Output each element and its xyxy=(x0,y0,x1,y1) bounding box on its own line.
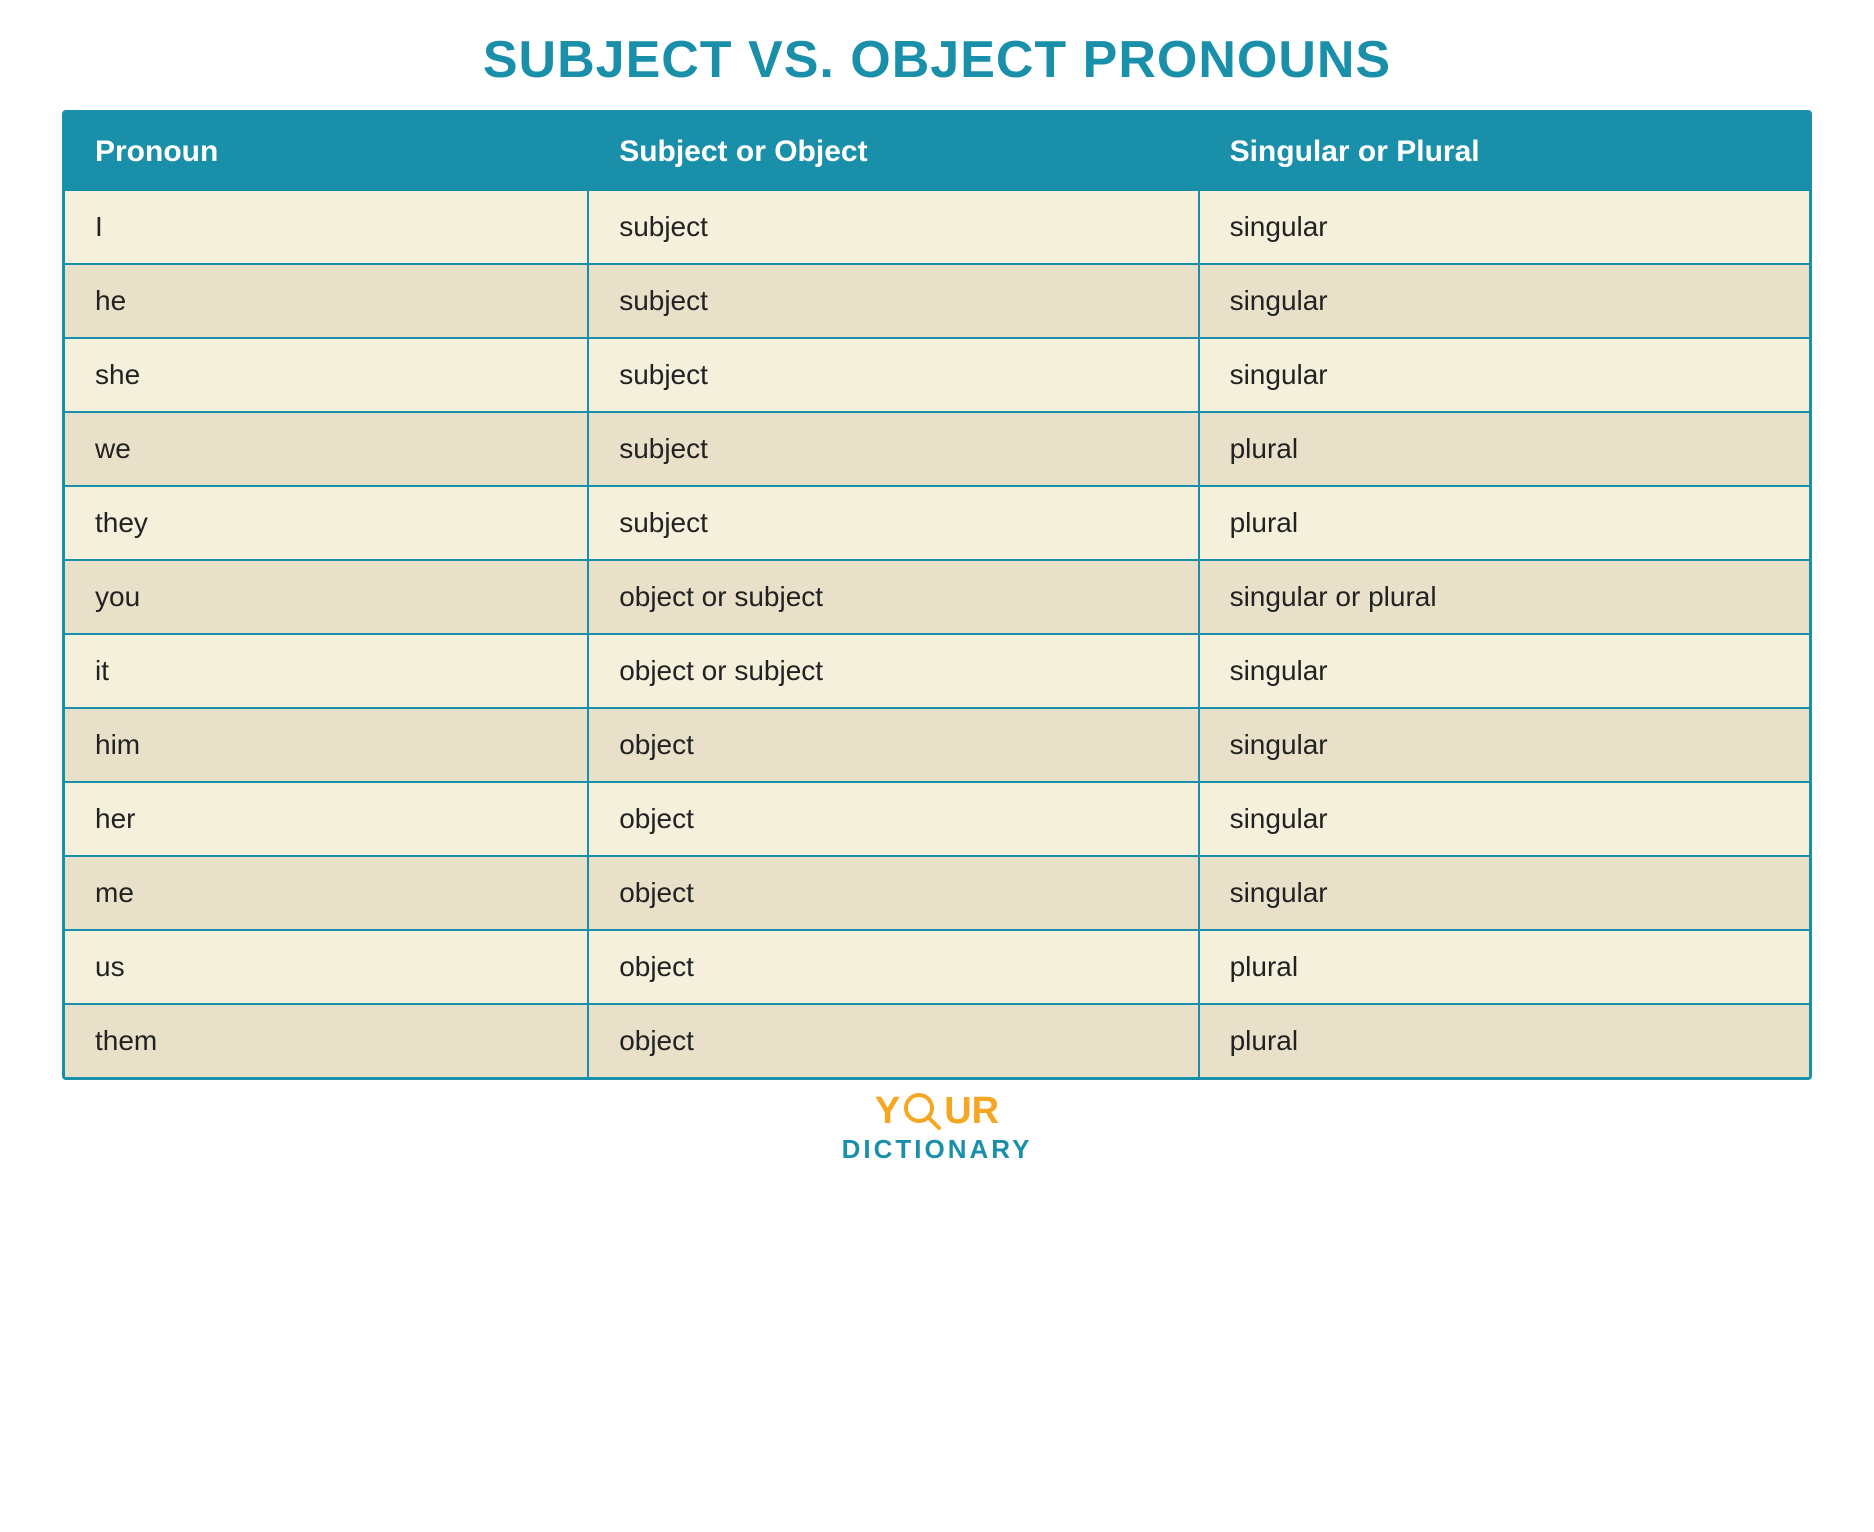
cell-subject-object: object xyxy=(588,856,1198,930)
cell-singular-plural: singular xyxy=(1199,264,1809,338)
cell-pronoun: we xyxy=(65,412,588,486)
cell-pronoun: me xyxy=(65,856,588,930)
cell-pronoun: he xyxy=(65,264,588,338)
cell-subject-object: subject xyxy=(588,486,1198,560)
cell-singular-plural: singular xyxy=(1199,782,1809,856)
logo-dictionary: DICTIONARY xyxy=(842,1134,1033,1165)
cell-pronoun: her xyxy=(65,782,588,856)
yourdictionary-logo: Y UR DICTIONARY xyxy=(842,1090,1033,1165)
cell-subject-object: object xyxy=(588,1004,1198,1077)
cell-pronoun: them xyxy=(65,1004,588,1077)
cell-singular-plural: singular xyxy=(1199,634,1809,708)
cell-subject-object: object xyxy=(588,930,1198,1004)
header-pronoun: Pronoun xyxy=(65,113,588,191)
table-row: usobjectplural xyxy=(65,930,1809,1004)
cell-singular-plural: singular xyxy=(1199,191,1809,264)
table-row: Isubjectsingular xyxy=(65,191,1809,264)
cell-subject-object: object or subject xyxy=(588,560,1198,634)
logo-top: Y UR xyxy=(875,1090,999,1132)
logo-y: Y xyxy=(875,1092,900,1130)
cell-singular-plural: plural xyxy=(1199,486,1809,560)
cell-singular-plural: singular or plural xyxy=(1199,560,1809,634)
cell-pronoun: it xyxy=(65,634,588,708)
table-row: theysubjectplural xyxy=(65,486,1809,560)
table-header-row: Pronoun Subject or Object Singular or Pl… xyxy=(65,113,1809,191)
cell-singular-plural: singular xyxy=(1199,338,1809,412)
cell-pronoun: him xyxy=(65,708,588,782)
pronouns-table-container: Pronoun Subject or Object Singular or Pl… xyxy=(62,110,1812,1080)
table-row: meobjectsingular xyxy=(65,856,1809,930)
cell-pronoun: you xyxy=(65,560,588,634)
table-row: wesubjectplural xyxy=(65,412,1809,486)
logo-magnifier-icon xyxy=(901,1090,943,1132)
cell-pronoun: I xyxy=(65,191,588,264)
table-row: hesubjectsingular xyxy=(65,264,1809,338)
table-row: youobject or subjectsingular or plural xyxy=(65,560,1809,634)
cell-subject-object: object xyxy=(588,782,1198,856)
page-title: SUBJECT VS. OBJECT PRONOUNS xyxy=(483,30,1391,90)
table-row: herobjectsingular xyxy=(65,782,1809,856)
table-row: himobjectsingular xyxy=(65,708,1809,782)
cell-subject-object: subject xyxy=(588,338,1198,412)
table-row: shesubjectsingular xyxy=(65,338,1809,412)
cell-singular-plural: singular xyxy=(1199,856,1809,930)
cell-subject-object: subject xyxy=(588,412,1198,486)
table-row: themobjectplural xyxy=(65,1004,1809,1077)
cell-subject-object: subject xyxy=(588,264,1198,338)
logo-ur: UR xyxy=(944,1092,999,1130)
cell-singular-plural: plural xyxy=(1199,412,1809,486)
cell-subject-object: subject xyxy=(588,191,1198,264)
cell-singular-plural: plural xyxy=(1199,1004,1809,1077)
cell-singular-plural: singular xyxy=(1199,708,1809,782)
header-subject-object: Subject or Object xyxy=(588,113,1198,191)
cell-subject-object: object xyxy=(588,708,1198,782)
cell-pronoun: they xyxy=(65,486,588,560)
header-singular-plural: Singular or Plural xyxy=(1199,113,1809,191)
cell-subject-object: object or subject xyxy=(588,634,1198,708)
cell-singular-plural: plural xyxy=(1199,930,1809,1004)
cell-pronoun: she xyxy=(65,338,588,412)
pronouns-table: Pronoun Subject or Object Singular or Pl… xyxy=(65,113,1809,1077)
cell-pronoun: us xyxy=(65,930,588,1004)
table-row: itobject or subjectsingular xyxy=(65,634,1809,708)
